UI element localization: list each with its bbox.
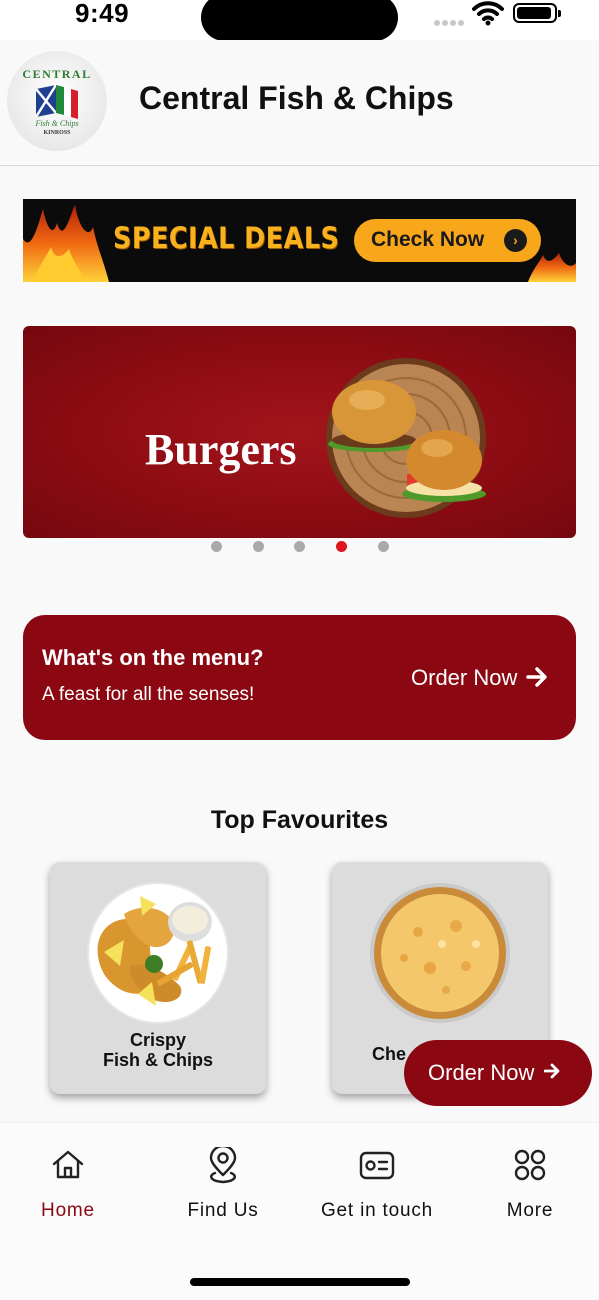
home-indicator xyxy=(190,1278,410,1286)
battery-icon xyxy=(513,3,561,23)
favourite-name-line1: Che xyxy=(372,1044,407,1064)
nav-item-home[interactable]: Home xyxy=(0,1147,138,1227)
special-deals-banner[interactable]: SPECIAL DEALS Check Now › xyxy=(23,199,576,282)
menu-card-title: What's on the menu? xyxy=(42,645,264,670)
order-now-label: Order Now xyxy=(428,1060,535,1085)
check-now-label: Check Now xyxy=(371,228,485,251)
logo-top-text: CENTRAL xyxy=(22,67,92,81)
deals-heading: SPECIAL DEALS xyxy=(113,221,340,255)
flags-icon xyxy=(34,84,78,119)
logo-middle-text: Fish & Chips xyxy=(35,119,79,128)
favourite-name-line1: Crispy xyxy=(129,1030,187,1050)
top-favourites-heading: Top Favourites xyxy=(210,806,389,834)
menu-card-subtitle: A feast for all the senses! xyxy=(42,684,255,705)
status-time: 9:49 xyxy=(75,0,130,28)
carousel-dot[interactable] xyxy=(294,541,305,552)
favourite-card-fish-chips[interactable]: Crispy Fish & Chips xyxy=(50,862,266,1094)
promo-carousel-slide[interactable]: Burgers xyxy=(23,326,576,538)
favourite-name-line2: Fish & Chips xyxy=(102,1050,213,1070)
carousel-slide-label: Burgers xyxy=(145,425,297,474)
brand-logo[interactable]: CENTRAL Fish & Chips KINROSS xyxy=(7,51,107,151)
nav-item-get-in-touch[interactable]: Get in touch xyxy=(307,1147,447,1227)
nav-item-find-us[interactable]: Find Us xyxy=(153,1147,293,1227)
dynamic-island xyxy=(201,0,398,41)
fish-and-chips-image xyxy=(87,882,229,1024)
wifi-icon xyxy=(472,1,504,26)
carousel-dot[interactable] xyxy=(211,541,222,552)
nav-label-home: Home xyxy=(41,1200,95,1221)
menu-order-now-link[interactable]: Order Now xyxy=(411,665,517,691)
menu-order-card[interactable]: What's on the menu? A feast for all the … xyxy=(23,615,576,740)
app-header: CENTRAL Fish & Chips KINROSS Central Fis… xyxy=(0,40,599,166)
carousel-dot-active[interactable] xyxy=(336,541,347,552)
check-now-button[interactable]: Check Now › xyxy=(354,219,541,262)
arrow-right-icon xyxy=(526,667,547,687)
order-now-floating-button[interactable]: Order Now xyxy=(404,1040,592,1106)
carousel-pagination xyxy=(0,541,599,553)
bottom-navigation: Home Find Us Get in touch More xyxy=(0,1122,599,1300)
nav-item-more[interactable]: More xyxy=(460,1147,599,1227)
nav-label-more: More xyxy=(506,1200,554,1221)
cellular-signal-icon xyxy=(434,13,466,31)
favourite-name: Crispy Fish & Chips xyxy=(50,1030,266,1070)
grid-icon xyxy=(514,1149,546,1181)
page-title: Central Fish & Chips xyxy=(139,80,454,116)
burgers-image xyxy=(326,358,486,518)
logo-bottom-text: KINROSS xyxy=(43,130,71,136)
arrow-right-icon xyxy=(544,1063,560,1079)
cheese-pizza-image xyxy=(370,883,510,1023)
nav-label-find-us: Find Us xyxy=(187,1200,259,1221)
home-icon xyxy=(52,1150,84,1179)
carousel-dot[interactable] xyxy=(378,541,389,552)
chevron-right-icon: › xyxy=(504,229,527,252)
carousel-dot[interactable] xyxy=(253,541,264,552)
favourite-name: Che xyxy=(372,1044,406,1064)
location-pin-icon xyxy=(209,1147,237,1184)
contact-card-icon xyxy=(359,1151,395,1180)
status-bar: 9:49 xyxy=(0,0,599,41)
nav-label-get-in-touch: Get in touch xyxy=(320,1200,434,1221)
